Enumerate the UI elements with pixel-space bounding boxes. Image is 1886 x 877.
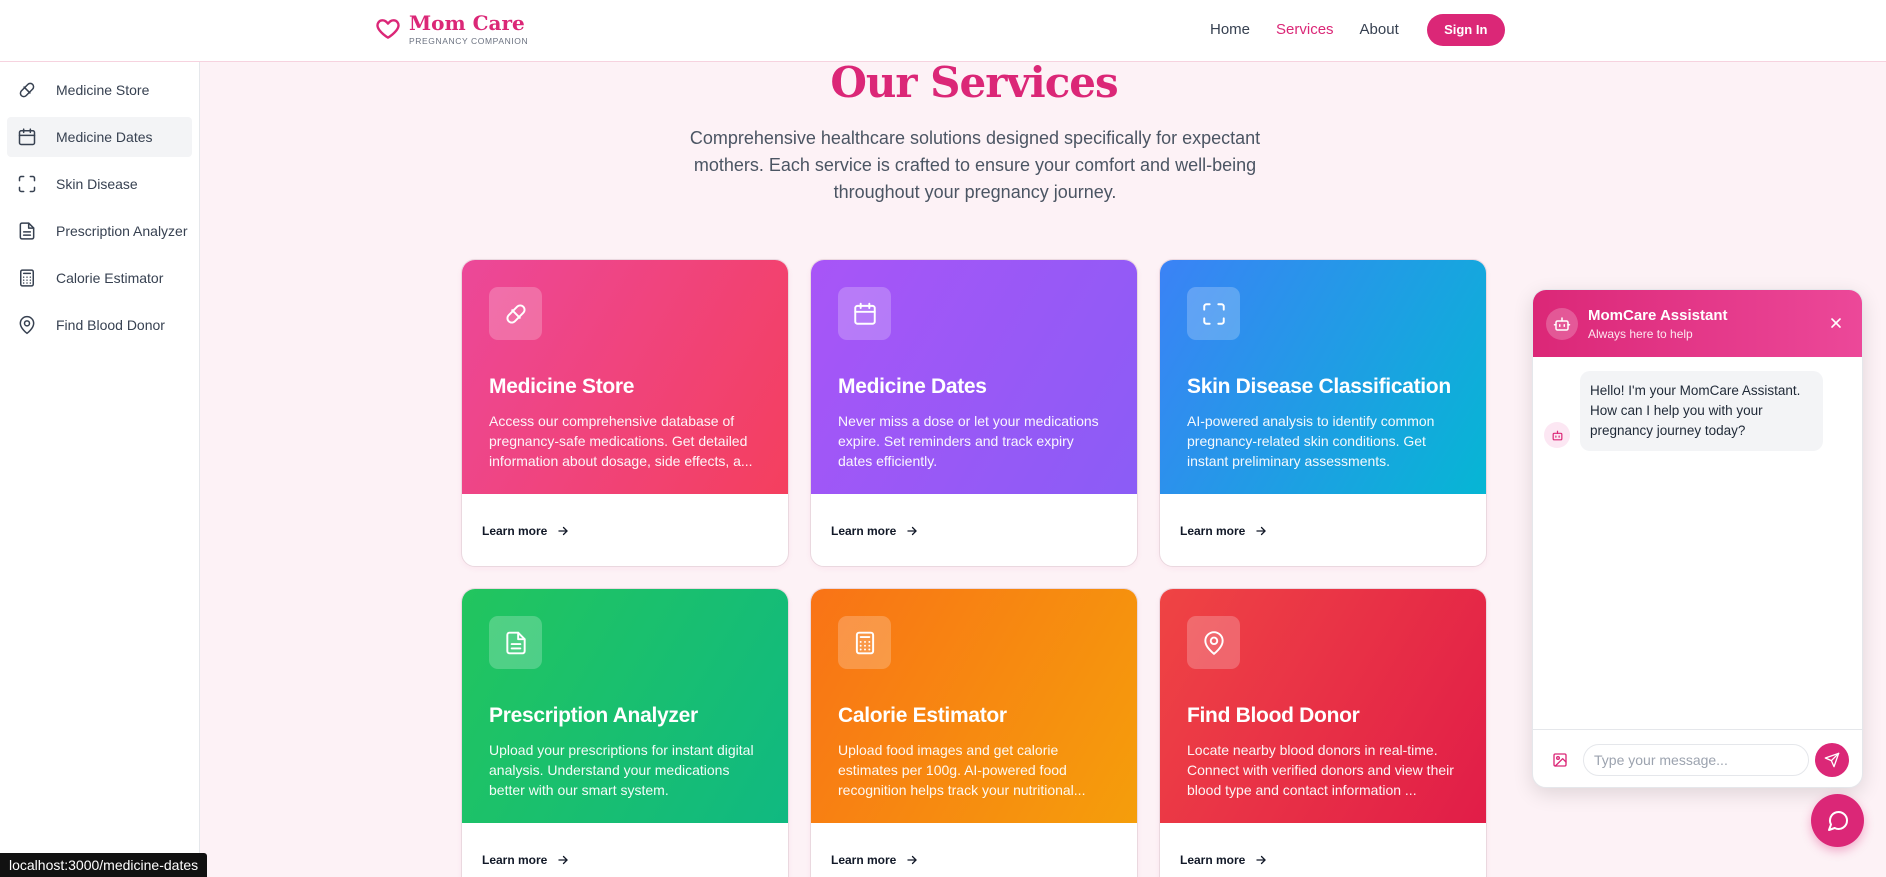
- map-pin-icon: [17, 315, 37, 335]
- sidebar-item-find-blood-donor[interactable]: Find Blood Donor: [7, 305, 192, 345]
- sidebar-item-medicine-store[interactable]: Medicine Store: [7, 70, 192, 110]
- pill-icon: [489, 287, 542, 340]
- card-title: Medicine Dates: [838, 375, 987, 398]
- sidebar-item-label: Medicine Dates: [56, 129, 153, 145]
- card-description: Upload your prescriptions for instant di…: [489, 742, 754, 798]
- calendar-icon: [17, 127, 37, 147]
- page-title: Our Services: [830, 58, 1118, 107]
- brand-logo[interactable]: Mom Care PREGNANCY COMPANION: [375, 12, 528, 46]
- sidebar-item-label: Calorie Estimator: [56, 270, 164, 286]
- scan-icon: [17, 174, 37, 194]
- learn-more-label: Learn more: [1180, 524, 1246, 538]
- nav-link-home[interactable]: Home: [1210, 15, 1250, 45]
- map-pin-icon: [1187, 616, 1240, 669]
- learn-more-label: Learn more: [831, 524, 897, 538]
- page-subtitle: Comprehensive healthcare solutions desig…: [689, 128, 1261, 202]
- arrow-right-icon: [1256, 855, 1267, 865]
- sidebar-item-label: Prescription Analyzer: [56, 223, 188, 239]
- card-title: Skin Disease Classification: [1187, 375, 1451, 398]
- arrow-right-icon: [1256, 526, 1267, 536]
- learn-more-label: Learn more: [482, 524, 548, 538]
- sidebar-item-prescription-analyzer[interactable]: Prescription Analyzer: [7, 211, 192, 251]
- chat-title: MomCare Assistant: [1588, 306, 1728, 324]
- bot-message: Hello! I'm your MomCare Assistant. How c…: [1580, 371, 1823, 451]
- image-upload-icon[interactable]: [1550, 750, 1570, 770]
- calendar-icon: [838, 287, 891, 340]
- card-title: Medicine Store: [489, 375, 635, 398]
- send-button[interactable]: [1815, 742, 1849, 777]
- bot-icon: [1546, 307, 1578, 340]
- chat-header: MomCare Assistant Always here to help: [1533, 290, 1862, 357]
- sidebar-item-label: Medicine Store: [56, 82, 150, 98]
- sidebar-item-label: Skin Disease: [56, 176, 138, 192]
- chat-subtitle: Always here to help: [1588, 326, 1693, 341]
- calculator-icon: [17, 268, 37, 288]
- brand-tagline: PREGNANCY COMPANION: [409, 36, 529, 46]
- service-card-prescription-analyzer[interactable]: Prescription Analyzer Upload your prescr…: [461, 588, 789, 877]
- card-description: Access our comprehensive database of pre…: [489, 413, 753, 469]
- card-description: Upload food images and get calorie estim…: [838, 742, 1086, 798]
- learn-more-link[interactable]: Learn more: [482, 524, 569, 538]
- learn-more-link[interactable]: Learn more: [831, 524, 918, 538]
- brand-name: Mom Care: [409, 11, 525, 35]
- scan-icon: [1187, 287, 1240, 340]
- learn-more-label: Learn more: [482, 853, 548, 867]
- document-icon: [17, 221, 37, 241]
- card-title: Prescription Analyzer: [489, 704, 698, 727]
- service-card-skin-disease[interactable]: Skin Disease Classification AI-powered a…: [1159, 259, 1487, 567]
- learn-more-link[interactable]: Learn more: [482, 853, 569, 867]
- service-card-find-blood-donor[interactable]: Find Blood Donor Locate nearby blood don…: [1159, 588, 1487, 877]
- sidebar-item-skin-disease[interactable]: Skin Disease: [7, 164, 192, 204]
- pill-icon: [17, 80, 37, 100]
- send-icon: [1824, 752, 1840, 767]
- nav-link-about[interactable]: About: [1360, 15, 1399, 45]
- sign-in-button[interactable]: Sign In: [1426, 14, 1505, 46]
- main-nav: Home Services About Sign In: [1210, 14, 1505, 46]
- card-title: Calorie Estimator: [838, 704, 1007, 727]
- card-description: Never miss a dose or let your medication…: [838, 413, 1099, 469]
- sidebar: Medicine Store Medicine Dates Skin Disea…: [0, 62, 200, 877]
- arrow-right-icon: [558, 855, 569, 865]
- arrow-right-icon: [907, 526, 918, 536]
- heart-icon: [376, 19, 400, 39]
- chat-message-input[interactable]: [1583, 743, 1809, 776]
- learn-more-link[interactable]: Learn more: [1180, 524, 1267, 538]
- learn-more-link[interactable]: Learn more: [1180, 853, 1267, 867]
- learn-more-link[interactable]: Learn more: [831, 853, 918, 867]
- bot-icon: [1544, 422, 1570, 448]
- document-icon: [489, 616, 542, 669]
- card-title: Find Blood Donor: [1187, 704, 1360, 727]
- service-card-calorie-estimator[interactable]: Calorie Estimator Upload food images and…: [810, 588, 1138, 877]
- chat-toggle-button[interactable]: [1811, 794, 1864, 847]
- close-icon[interactable]: [1828, 315, 1844, 331]
- sidebar-item-calorie-estimator[interactable]: Calorie Estimator: [7, 258, 192, 298]
- sidebar-item-label: Find Blood Donor: [56, 317, 165, 333]
- card-description: Locate nearby blood donors in real-time.…: [1187, 742, 1454, 798]
- chat-messages: Hello! I'm your MomCare Assistant. How c…: [1533, 357, 1862, 729]
- arrow-right-icon: [907, 855, 918, 865]
- arrow-right-icon: [558, 526, 569, 536]
- nav-link-services[interactable]: Services: [1276, 15, 1334, 45]
- message-circle-icon: [1827, 810, 1848, 831]
- sidebar-item-medicine-dates[interactable]: Medicine Dates: [7, 117, 192, 157]
- learn-more-label: Learn more: [831, 853, 897, 867]
- chat-input-bar: [1533, 729, 1862, 787]
- learn-more-label: Learn more: [1180, 853, 1246, 867]
- calculator-icon: [838, 616, 891, 669]
- service-card-medicine-store[interactable]: Medicine Store Access our comprehensive …: [461, 259, 789, 567]
- browser-status-url: localhost:3000/medicine-dates: [0, 853, 208, 877]
- service-card-medicine-dates[interactable]: Medicine Dates Never miss a dose or let …: [810, 259, 1138, 567]
- chat-widget: MomCare Assistant Always here to help He…: [1532, 289, 1863, 788]
- card-description: AI-powered analysis to identify common p…: [1187, 413, 1435, 469]
- top-navbar: Mom Care PREGNANCY COMPANION Home Servic…: [0, 0, 1886, 62]
